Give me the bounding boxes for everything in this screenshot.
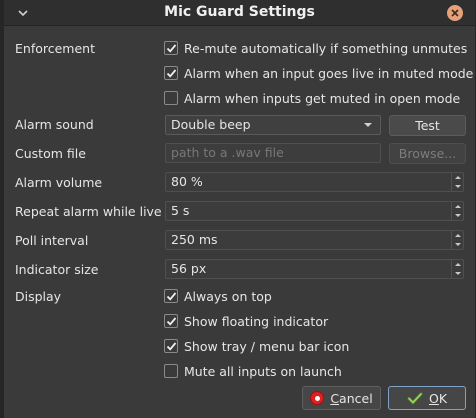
alarm-sound-select[interactable]: Double beep bbox=[165, 115, 381, 135]
alarm-volume-label: Alarm volume bbox=[15, 175, 103, 190]
checkbox-label: Mute all inputs on launch bbox=[184, 363, 342, 379]
repeat-alarm-spinbox[interactable]: 5 s bbox=[165, 201, 464, 221]
test-button[interactable]: Test bbox=[389, 115, 466, 136]
indicator-size-spinbox[interactable]: 56 px bbox=[165, 259, 464, 279]
checkbox-box[interactable] bbox=[164, 364, 178, 378]
checkbox-remute-auto[interactable]: Re-mute automatically if something unmut… bbox=[164, 39, 467, 57]
settings-window: Mic Guard Settings Enforcement Re-mute a… bbox=[0, 0, 476, 418]
spin-up-icon[interactable] bbox=[452, 231, 463, 240]
spin-up-icon[interactable] bbox=[452, 202, 463, 211]
checkbox-box[interactable] bbox=[164, 339, 178, 353]
checkmark-icon bbox=[166, 316, 176, 326]
checkbox-box[interactable] bbox=[164, 314, 178, 328]
checkbox-alarm-muted-open[interactable]: Alarm when inputs get muted in open mode bbox=[164, 89, 460, 107]
alarm-volume-value: 80 % bbox=[171, 174, 203, 189]
checkmark-icon bbox=[166, 43, 176, 53]
ok-button[interactable]: OK bbox=[388, 386, 466, 410]
ok-label: OK bbox=[428, 390, 448, 406]
alarm-sound-value: Double beep bbox=[171, 117, 251, 132]
checkbox-label: Re-mute automatically if something unmut… bbox=[184, 40, 468, 56]
alarm-volume-spinbox[interactable]: 80 % bbox=[165, 172, 464, 192]
spin-down-icon[interactable] bbox=[452, 240, 463, 249]
alarm-sound-label: Alarm sound bbox=[15, 117, 94, 132]
enforcement-label: Enforcement bbox=[15, 41, 95, 56]
repeat-alarm-value: 5 s bbox=[171, 203, 190, 218]
browse-button[interactable]: Browse... bbox=[389, 143, 466, 164]
spin-buttons[interactable] bbox=[451, 173, 463, 191]
checkbox-label: Alarm when an input goes live in muted m… bbox=[184, 65, 474, 81]
cancel-icon bbox=[310, 391, 325, 405]
checkbox-floating-indicator[interactable]: Show floating indicator bbox=[164, 312, 328, 330]
indicator-size-label: Indicator size bbox=[15, 262, 99, 277]
custom-file-label: Custom file bbox=[15, 146, 86, 161]
close-icon bbox=[451, 9, 459, 17]
spin-buttons[interactable] bbox=[451, 202, 463, 220]
cancel-button[interactable]: Cancel bbox=[302, 386, 381, 410]
poll-interval-spinbox[interactable]: 250 ms bbox=[165, 230, 464, 250]
indicator-size-value: 56 px bbox=[171, 261, 207, 276]
spin-up-icon[interactable] bbox=[452, 260, 463, 269]
poll-interval-value: 250 ms bbox=[171, 232, 218, 247]
spin-buttons[interactable] bbox=[451, 260, 463, 278]
checkbox-box[interactable] bbox=[164, 289, 178, 303]
checkbox-label: Alarm when inputs get muted in open mode bbox=[184, 90, 461, 106]
checkmark-icon bbox=[166, 291, 176, 301]
checkbox-box[interactable] bbox=[164, 66, 178, 80]
checkmark-icon bbox=[166, 68, 176, 78]
spin-buttons[interactable] bbox=[451, 231, 463, 249]
checkbox-tray-icon[interactable]: Show tray / menu bar icon bbox=[164, 337, 349, 355]
cancel-label: Cancel bbox=[330, 390, 373, 406]
display-label: Display bbox=[15, 289, 62, 304]
title-bar: Mic Guard Settings bbox=[4, 0, 475, 26]
repeat-alarm-label: Repeat alarm while live bbox=[15, 204, 162, 219]
ok-checkmark-icon bbox=[407, 392, 423, 405]
checkbox-box[interactable] bbox=[164, 91, 178, 105]
window-title: Mic Guard Settings bbox=[164, 4, 315, 20]
poll-interval-label: Poll interval bbox=[15, 233, 89, 248]
spin-down-icon[interactable] bbox=[452, 269, 463, 278]
close-button[interactable] bbox=[447, 5, 463, 21]
checkbox-box[interactable] bbox=[164, 41, 178, 55]
custom-file-input[interactable]: path to a .wav file bbox=[165, 143, 381, 163]
spin-down-icon[interactable] bbox=[452, 182, 463, 191]
checkbox-always-on-top[interactable]: Always on top bbox=[164, 287, 272, 305]
checkmark-icon bbox=[166, 341, 176, 351]
custom-file-placeholder: path to a .wav file bbox=[171, 145, 284, 160]
spin-down-icon[interactable] bbox=[452, 211, 463, 220]
checkbox-label: Show tray / menu bar icon bbox=[184, 338, 350, 354]
checkbox-label: Always on top bbox=[184, 288, 272, 304]
checkbox-label: Show floating indicator bbox=[184, 313, 329, 329]
checkbox-mute-on-launch[interactable]: Mute all inputs on launch bbox=[164, 362, 342, 380]
spin-up-icon[interactable] bbox=[452, 173, 463, 182]
checkbox-alarm-live-muted[interactable]: Alarm when an input goes live in muted m… bbox=[164, 64, 473, 82]
dropdown-arrow-icon bbox=[364, 123, 372, 127]
